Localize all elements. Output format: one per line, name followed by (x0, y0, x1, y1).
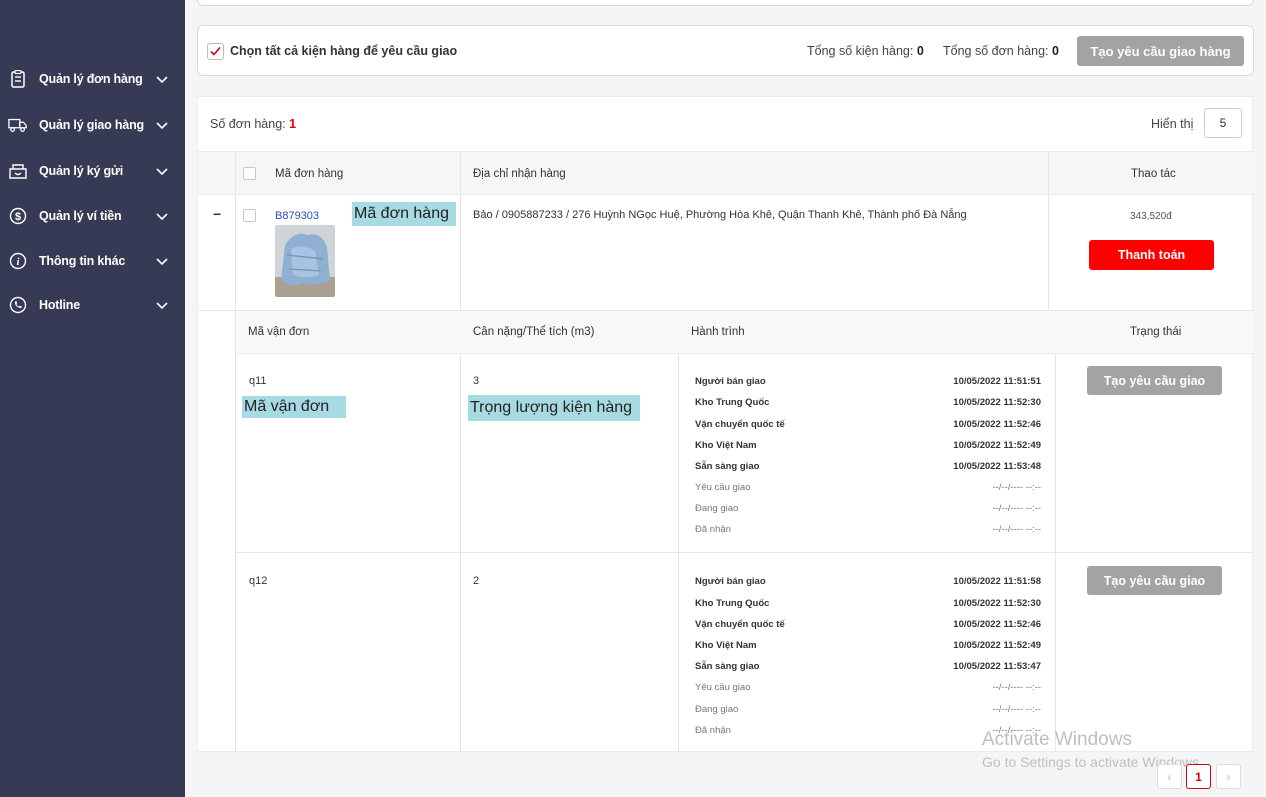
sidebar-item-consignment-management[interactable]: Quản lý ký gửi (0, 153, 185, 189)
column-address: Địa chỉ nhận hàng (473, 168, 566, 180)
sidebar-item-other-info[interactable]: i Thông tin khác (0, 243, 185, 279)
total-packages-value: 0 (916, 44, 924, 58)
product-thumbnail[interactable] (275, 225, 335, 297)
total-orders: Tổng số đơn hàng: 0 (943, 44, 1059, 58)
sidebar-item-label: Quản lý giao hàng (39, 118, 144, 132)
pay-button[interactable]: Thanh toán (1089, 240, 1214, 270)
annotation-weight: Trọng lượng kiện hàng (468, 395, 640, 421)
journey-step: Sẵn sàng giao 10/05/2022 11:53:47 (695, 661, 1041, 672)
chevron-down-icon (156, 122, 168, 130)
create-delivery-request-button[interactable]: Tạo yêu cầu giao hàng (1077, 36, 1244, 66)
sidebar-item-order-management[interactable]: Quản lý đơn hàng (0, 61, 185, 97)
column-actions: Thao tác (1131, 168, 1176, 180)
sidebar-item-label: Thông tin khác (39, 254, 126, 268)
column-order-code: Mã đơn hàng (275, 168, 344, 180)
journey-step: Kho Trung Quốc 10/05/2022 11:52:30 (695, 598, 1041, 609)
svg-text:$: $ (15, 211, 21, 223)
sidebar-item-label: Quản lý đơn hàng (39, 72, 143, 86)
pagination-page-1[interactable]: 1 (1186, 764, 1211, 789)
page-size-label: Hiển thị (1151, 117, 1194, 131)
chevron-down-icon (156, 168, 168, 176)
journey-step: Kho Trung Quốc 10/05/2022 11:52:30 (695, 397, 1041, 408)
journey-step: Kho Việt Nam 10/05/2022 11:52:49 (695, 640, 1041, 651)
clipboard-icon (8, 69, 28, 89)
journey-step: Đang giao --/--/---- --:-- (695, 704, 1041, 715)
package-weight: 3 (473, 375, 480, 387)
sidebar-item-label: Quản lý ví tiền (39, 209, 122, 223)
column-waybill: Mã vận đơn (248, 326, 310, 338)
order-count-value: 1 (289, 117, 297, 131)
dollar-icon: $ (8, 206, 28, 226)
pagination-next-button[interactable]: › (1216, 764, 1241, 789)
select-all-label: Chọn tất cả kiện hàng để yêu cầu giao (230, 44, 458, 58)
page-size-select[interactable]: 5 (1204, 108, 1242, 138)
journey-step: Đã nhận --/--/---- --:-- (695, 524, 1041, 535)
svg-text:i: i (16, 256, 20, 268)
journey-step: Đang giao --/--/---- --:-- (695, 503, 1041, 514)
total-packages: Tổng số kiện hàng: 0 (807, 44, 924, 58)
order-checkbox[interactable] (243, 209, 256, 222)
sidebar-item-label: Quản lý ký gửi (39, 164, 124, 178)
annotation-order-code: Mã đơn hàng (352, 202, 456, 226)
package-weight: 2 (473, 575, 480, 587)
chevron-down-icon (156, 302, 168, 310)
column-weight: Cân nặng/Thể tích (m3) (473, 326, 595, 338)
checkmark-icon (210, 46, 221, 56)
total-orders-label: Tổng số đơn hàng: (943, 44, 1049, 58)
consignment-box-icon (8, 161, 28, 181)
sidebar: Quản lý đơn hàng Quản lý giao hàng Quản … (0, 0, 185, 797)
info-icon: i (8, 251, 28, 271)
journey-step: Người bán giao 10/05/2022 11:51:51 (695, 376, 1041, 387)
journey-step: Yêu cầu giao --/--/---- --:-- (695, 482, 1041, 493)
create-delivery-request-button[interactable]: Tạo yêu cầu giao (1087, 566, 1222, 595)
windows-activation-watermark: Activate Windows (982, 729, 1132, 750)
packages-table-header: Mã vận đơn Cân nặng/Thể tích (m3) Hành t… (236, 311, 1254, 354)
order-count-label: Số đơn hàng: (210, 117, 286, 131)
column-status: Trạng thái (1130, 326, 1182, 338)
sidebar-item-label: Hotline (39, 298, 80, 312)
sidebar-item-delivery-management[interactable]: Quản lý giao hàng (0, 107, 185, 143)
total-orders-value: 0 (1051, 44, 1059, 58)
journey-step: Sẵn sàng giao 10/05/2022 11:53:48 (695, 461, 1041, 472)
total-packages-label: Tổng số kiện hàng: (807, 44, 914, 58)
annotation-waybill: Mã vận đơn (242, 396, 346, 418)
delivery-address: Bảo / 0905887233 / 276 Huỳnh NGọc Huệ, P… (473, 209, 967, 221)
journey-step: Vận chuyển quốc tế 10/05/2022 11:52:46 (695, 619, 1041, 630)
chevron-down-icon (156, 258, 168, 266)
package-waybill: q11 (249, 375, 267, 387)
create-delivery-request-button[interactable]: Tạo yêu cầu giao (1087, 366, 1222, 395)
journey-step: Người bán giao 10/05/2022 11:51:58 (695, 576, 1041, 587)
pagination-prev-button[interactable]: ‹ (1157, 764, 1182, 789)
journey-step: Kho Việt Nam 10/05/2022 11:52:49 (695, 440, 1041, 451)
select-all-bar: Chọn tất cả kiện hàng để yêu cầu giao Tổ… (197, 25, 1254, 76)
journey-step: Vận chuyển quốc tế 10/05/2022 11:52:46 (695, 419, 1041, 430)
chevron-down-icon (156, 213, 168, 221)
header-checkbox[interactable] (243, 167, 256, 180)
package-waybill: q12 (249, 575, 268, 587)
orders-table-header: Mã đơn hàng Địa chỉ nhận hàng Thao tác (198, 151, 1254, 195)
sidebar-item-wallet-management[interactable]: $ Quản lý ví tiền (0, 198, 185, 234)
journey-step: Yêu cầu giao --/--/---- --:-- (695, 682, 1041, 693)
collapse-order-toggle[interactable]: − (213, 206, 221, 222)
column-journey: Hành trình (691, 326, 745, 338)
chevron-down-icon (156, 76, 168, 84)
phone-icon (8, 295, 28, 315)
order-count: Số đơn hàng: 1 (210, 117, 296, 131)
truck-icon (8, 115, 28, 135)
top-filter-panel-edge (197, 0, 1254, 6)
order-code-link[interactable]: B879303 (275, 210, 319, 222)
sidebar-item-hotline[interactable]: Hotline (0, 287, 185, 323)
order-amount: 343,520đ (1130, 211, 1172, 222)
select-all-checkbox[interactable] (207, 43, 224, 60)
orders-panel: Số đơn hàng: 1 Hiển thị 5 Mã đơn hàng Đị… (197, 96, 1254, 752)
